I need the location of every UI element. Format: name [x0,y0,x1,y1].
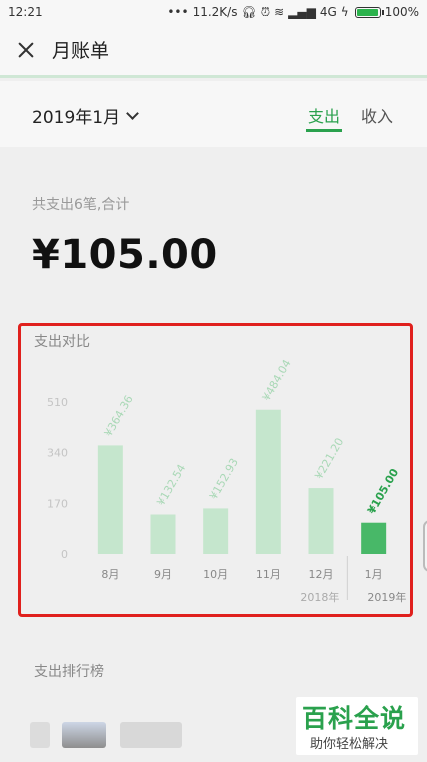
ranking-icon-blurred [30,722,50,748]
side-drawer-handle[interactable] [423,520,427,572]
title-bar: 月账单 [0,24,427,78]
month-selector[interactable]: 2019年1月 [32,103,139,128]
tab-expense[interactable]: 支出 [308,103,340,127]
battery-percent: 100% [384,5,419,19]
network-type: 4G [319,5,337,19]
status-bar: 12:21 ••• 11.2K/s 🎧︎ ⏰︎ ≋ ▂▄▆ 4G ϟ 100% [0,0,427,24]
ranking-title: 支出排行榜 [34,664,104,680]
wifi-icon: ≋ [274,5,285,19]
tab-income[interactable]: 收入 [361,103,393,127]
page-title: 月账单 [52,40,110,62]
watermark-logo: 百科全说 助你轻松解决 [296,697,418,755]
ranking-text-blurred [120,722,182,748]
chevron-down-icon [126,106,139,120]
summary-amount: ¥105.00 [32,232,218,278]
month-label: 2019年1月 [32,108,121,128]
active-tab-indicator [306,129,342,132]
chart-title: 支出对比 [34,334,90,350]
status-time: 12:21 [8,5,43,19]
watermark-tagline: 助你轻松解决 [310,737,389,752]
signal-icon: ▂▄▆ [288,5,316,19]
watermark-brand: 百科全说 [302,704,407,733]
filter-bar: 2019年1月 支出 收入 [0,81,427,147]
notification-dots: ••• [167,5,189,19]
summary-label: 共支出6笔,合计 [32,197,130,213]
alarm-icon: ⏰︎ [260,4,271,19]
close-icon[interactable] [14,38,38,62]
ranking-avatar-blurred [62,722,106,748]
network-speed: 11.2K/s [192,5,238,19]
charging-icon: ϟ [340,5,349,19]
status-icons: ••• 11.2K/s 🎧︎ ⏰︎ ≋ ▂▄▆ 4G ϟ 100% [167,5,419,20]
battery-level [356,8,378,16]
battery-icon [354,6,384,18]
chart-highlight-frame [18,323,413,617]
headset-icon: 🎧︎ [241,5,257,19]
